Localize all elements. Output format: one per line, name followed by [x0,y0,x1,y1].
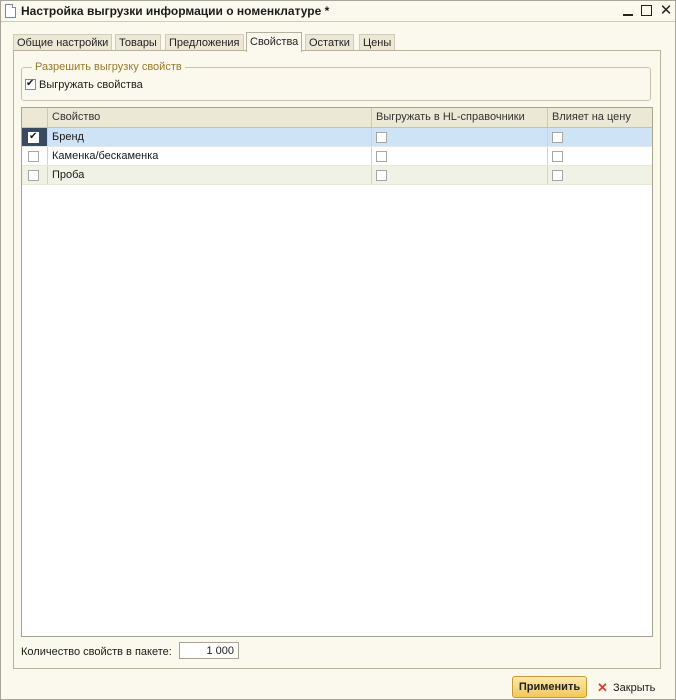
properties-tab-panel: Разрешить выгрузку свойств Выгружать сво… [13,50,661,669]
row-hl-cell [372,166,548,184]
column-header-hl[interactable]: Выгружать в HL-справочники [372,108,548,127]
settings-window: Настройка выгрузки информации о номенкла… [0,0,676,700]
document-icon [5,4,16,18]
tab-stock[interactable]: Остатки [305,34,354,51]
row-hl-cell [372,147,548,165]
tab-offers[interactable]: Предложения [165,34,244,51]
row-price-checkbox[interactable] [552,151,563,162]
export-properties-checkbox[interactable] [25,78,36,90]
close-x-icon: ✕ [597,680,608,695]
close-icon: ✕ [659,2,673,19]
group-legend: Разрешить выгрузку свойств [32,60,185,74]
row-price-checkbox[interactable] [552,132,563,143]
row-enabled-cell [22,147,48,165]
batch-count-label: Количество свойств в пакете: [21,646,172,658]
tab-prices[interactable]: Цены [359,34,396,51]
title-bar: Настройка выгрузки информации о номенкла… [1,1,675,22]
tab-properties[interactable]: Свойства [246,32,303,52]
table-row[interactable]: Бренд [22,128,652,147]
close-form-label: Закрыть [613,682,656,694]
row-hl-cell [372,128,548,146]
row-enabled-cell [22,128,48,146]
row-price-cell [548,147,652,165]
batch-count-input[interactable] [179,642,239,659]
row-hl-checkbox[interactable] [376,151,387,162]
row-property-name: Каменка/бескаменка [48,147,372,165]
export-properties-label[interactable]: Выгружать свойства [39,79,143,91]
tab-general[interactable]: Общие настройки [13,34,113,51]
minimize-button[interactable] [620,2,636,19]
maximize-icon [641,5,652,16]
column-header-price[interactable]: Влияет на цену [548,108,652,127]
export-properties-group: Разрешить выгрузку свойств Выгружать сво… [21,60,651,101]
row-enabled-cell [22,166,48,184]
tab-goods[interactable]: Товары [115,34,161,51]
row-price-cell [548,166,652,184]
table-row[interactable]: Каменка/бескаменка [22,147,652,166]
row-property-name: Бренд [48,128,372,146]
table-header: Свойство Выгружать в HL-справочники Влия… [22,108,652,128]
column-header-property[interactable]: Свойство [48,108,372,127]
properties-table: Свойство Выгружать в HL-справочники Влия… [21,107,653,637]
minimize-icon [623,14,633,16]
row-property-name: Проба [48,166,372,184]
row-hl-checkbox[interactable] [376,170,387,181]
column-header-enabled[interactable] [22,108,48,127]
maximize-button[interactable] [639,2,655,19]
apply-button[interactable]: Применить [512,676,587,698]
row-enabled-checkbox[interactable] [28,131,39,143]
row-price-cell [548,128,652,146]
row-hl-checkbox[interactable] [376,132,387,143]
close-window-button[interactable]: ✕ [658,2,674,19]
table-row[interactable]: Проба [22,166,652,185]
row-price-checkbox[interactable] [552,170,563,181]
row-enabled-checkbox[interactable] [28,151,39,162]
row-enabled-checkbox[interactable] [28,170,39,181]
window-title: Настройка выгрузки информации о номенкла… [21,4,330,18]
